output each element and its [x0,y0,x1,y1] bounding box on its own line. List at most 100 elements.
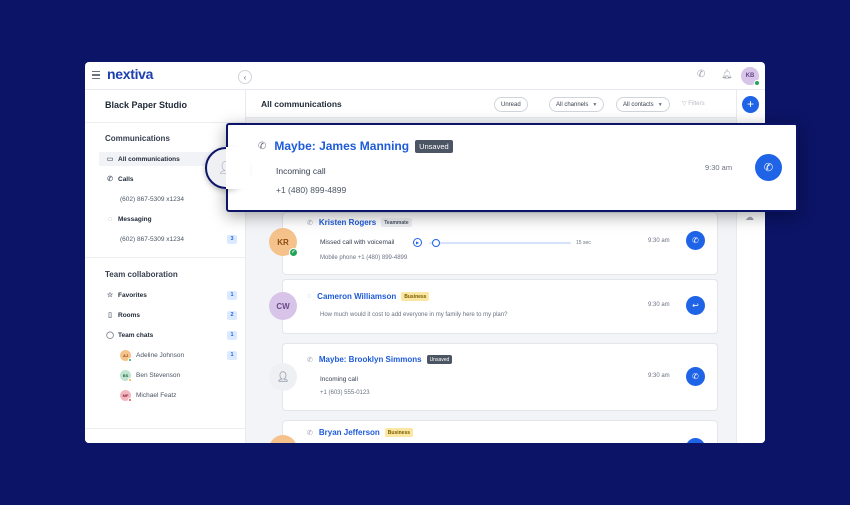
reply-icon: ↩ [692,301,699,310]
caller-name[interactable]: ✆ Maybe: James Manning Unsaved [258,139,453,153]
chip-label: All contacts [623,101,654,108]
contact-name-text: Bryan Jefferson [318,428,380,437]
call-status: Incoming call [276,166,326,176]
unread-badge: 1 [227,330,237,340]
sidebar-contact-ben-stevenson[interactable]: BS Ben Stevenson [105,368,239,382]
sidebar-item-label: Messaging [118,215,152,223]
phone-icon: ✆ [763,162,774,174]
sidebar-item-messaging[interactable]: ◌ Messaging [105,212,239,226]
phone-number: Mobile phone +1 (480) 899-4899 [320,255,408,261]
new-communication-button[interactable]: + [742,96,759,113]
presence-dot [128,377,132,382]
sidebar-item-label: All communications [118,155,180,163]
filter-channels-dropdown[interactable]: All channels ▼ [549,97,605,112]
phone-number: +1 (603) 555-0123 [320,390,370,396]
person-icon: 👤︎ [276,371,290,383]
inbox-icon: ▭ [106,156,114,163]
filter-unread-chip[interactable]: Unread [494,97,528,112]
avatar-initials: AJ [122,352,129,358]
contact-name-text: Kristen Rogers [318,218,377,227]
business-tag: Business [401,292,430,301]
play-voicemail-button[interactable]: ▶ [413,238,422,247]
filter-contacts-dropdown[interactable]: All contacts ▼ [616,97,670,112]
play-icon: ▶ [415,240,420,245]
top-bar: nextiva ✆ 🔔︎ KB [85,62,765,90]
caller-number: +1 (480) 899-4899 [276,185,347,195]
message-preview: How much would it cost to add everyone i… [320,312,508,318]
chevron-left-icon: ‹ [243,72,247,82]
plus-icon: + [746,97,754,111]
app-window: nextiva ✆ 🔔︎ KB Black Paper Studio Commu… [85,62,765,443]
sidebar-item-messaging-number[interactable]: (602) 867-5309 x1234 3 [105,232,239,246]
sidebar-item-label: Favorites [118,291,147,299]
message-preview: Incoming call [320,376,358,383]
sidebar-item-calls-number[interactable]: (602) 867-5309 x1234 [105,192,239,206]
avatar-initials: KR [277,237,289,247]
popup-avatar-mask [226,147,250,189]
main-header: All communications Unread All channels ▼ … [246,90,736,118]
contact-name-text: Maybe: Brooklyn Simmons [318,355,422,364]
phone-icon[interactable]: ✆ [697,69,705,80]
section-title-communications: Communications [105,134,170,143]
timestamp: 9:30 am [648,302,670,308]
sidebar-item-rooms[interactable]: ▯ Rooms 2 [105,308,239,322]
contact-name[interactable]: ✆ Maybe: Brooklyn Simmons Unsaved [307,355,453,364]
sidebar-item-favorites[interactable]: ☆ Favorites 1 [105,288,239,302]
sidebar-item-team-chats[interactable]: ◯ Team chats 1 [105,328,239,342]
contact-name[interactable]: ✆ Bryan Jefferson Business [307,428,414,437]
caret-down-icon: ▼ [592,101,598,108]
timestamp: 9:30 am [705,163,733,172]
avatar: KR ✓ [269,228,298,257]
chat-icon: ◌ [107,215,113,223]
sidebar-contact-adeline-johnson[interactable]: AJ Adeline Johnson 1 [105,348,239,362]
caller-name-text: Maybe: James Manning [274,139,410,153]
unread-badge: 1 [227,350,237,360]
divider [85,428,246,429]
presence-dot [128,397,132,402]
contact-name[interactable]: ◌ Cameron Williamson Business [307,292,430,301]
sidebar-contact-michael-featz[interactable]: MF Michael Featz [105,388,239,402]
menu-icon[interactable] [92,71,100,80]
sidebar-item-label: (602) 867-5309 x1234 [120,195,184,203]
bell-icon[interactable]: 🔔︎ [721,69,732,80]
presence-dot [128,357,132,362]
avatar: MF [120,389,132,402]
phone-icon: ✆ [692,372,699,381]
reply-button[interactable]: ↩ [686,296,705,315]
filters-button[interactable]: ▽ Filters [682,100,705,107]
call-back-button[interactable]: ✆ [686,367,705,386]
voicemail-duration: 15 sec [576,240,591,246]
user-initials: KB [745,73,755,79]
caret-down-icon: ▼ [657,101,663,108]
unread-badge: 2 [227,310,237,320]
collapse-sidebar-button[interactable]: ‹ [238,70,252,84]
chat-icon: ◌ [307,293,312,300]
cloud-icon[interactable]: ☁︎ [745,212,754,223]
rooms-icon: ▯ [108,312,112,319]
page-title: All communications [261,99,342,109]
logo: nextiva [107,66,154,82]
user-avatar[interactable]: KB [741,67,760,86]
chip-label: All channels [556,101,589,108]
sidebar: Black Paper Studio Communications ▭ All c… [85,90,246,443]
teammate-tag: Teammate [381,218,412,227]
voicemail-progress[interactable] [429,242,571,244]
unsaved-tag: Unsaved [426,355,453,364]
avatar-initials: MF [122,392,129,398]
contact-name: Adeline Johnson [136,351,185,359]
sidebar-item-label: Team chats [118,331,154,339]
phone-icon: ✆ [692,236,699,245]
phone-icon: ✆ [307,219,313,227]
divider [85,257,246,258]
workspace-name: Black Paper Studio [105,100,188,110]
chats-icon: ◯ [106,332,114,339]
contact-name[interactable]: ✆ Kristen Rogers Teammate [307,218,412,227]
contact-name-text: Cameron Williamson [317,292,397,301]
answer-call-button[interactable]: ✆ [755,154,782,181]
call-back-button[interactable]: ✆ [686,231,705,250]
unread-badge: 3 [227,234,237,244]
avatar: AJ [120,349,132,362]
business-tag: Business [384,428,414,437]
avatar-initials: CW [276,301,290,311]
sidebar-item-label: Rooms [118,311,141,319]
